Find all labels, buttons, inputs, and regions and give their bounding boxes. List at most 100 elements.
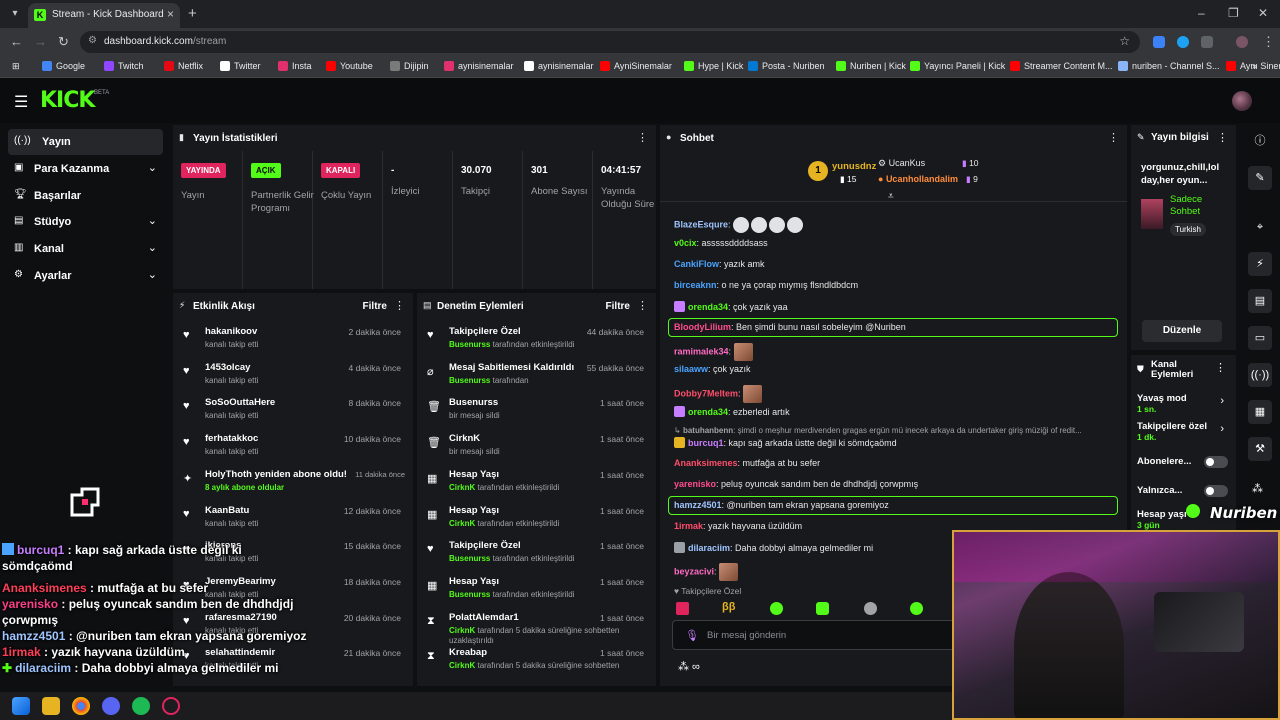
- action-slow-mode[interactable]: Yavaş mod 1 sn. ›: [1137, 393, 1232, 415]
- new-tab-icon[interactable]: +: [188, 5, 197, 22]
- forward-icon[interactable]: →: [34, 34, 47, 49]
- chat-username[interactable]: BloodyLilium: [674, 322, 731, 332]
- filter-button[interactable]: Filtre: [606, 301, 630, 312]
- bookmark-item[interactable]: nuriben - Channel S...: [1118, 61, 1220, 71]
- sidebar-item-studyo[interactable]: ▤ Stüdyo ⌄: [8, 209, 163, 235]
- more-icon[interactable]: ⋮: [1108, 131, 1119, 144]
- chat-input[interactable]: 🎙︎ Bir mesaj gönderin: [672, 620, 972, 650]
- obs-icon[interactable]: [162, 697, 180, 715]
- feed-title[interactable]: JeremyBearimy: [205, 576, 276, 587]
- mod-title[interactable]: Hesap Yaşı: [449, 505, 499, 516]
- chat-username[interactable]: BlazeEsqure: [674, 219, 728, 229]
- emote-icon[interactable]: [676, 602, 689, 615]
- chat-username[interactable]: Dobby7Meltem: [674, 388, 738, 398]
- spotify-icon[interactable]: [132, 697, 150, 715]
- mod-title[interactable]: Busenurss: [449, 397, 498, 408]
- action-followers-only[interactable]: Takipçilere özel 1 dk. ›: [1137, 421, 1232, 443]
- document-icon[interactable]: ▤: [1248, 289, 1272, 313]
- chrome-icon[interactable]: [72, 697, 90, 715]
- discord-icon[interactable]: [102, 697, 120, 715]
- emote-icon[interactable]: [770, 602, 783, 615]
- bookmark-item[interactable]: Nuriben | Kick: [836, 61, 906, 71]
- mod-title[interactable]: Kreabap: [449, 647, 487, 658]
- extension-shield-icon[interactable]: [1153, 36, 1165, 48]
- chat-username[interactable]: v0cix: [674, 238, 697, 248]
- more-bookmarks-icon[interactable]: »: [1252, 61, 1257, 71]
- bookmark-item[interactable]: Dijipin: [390, 61, 429, 71]
- bookmark-item[interactable]: Netflix: [164, 61, 203, 71]
- feed-title[interactable]: SoSoOuttaHere: [205, 397, 275, 408]
- chat-username[interactable]: Ananksimenes: [674, 458, 738, 468]
- bookmark-item[interactable]: Google: [42, 61, 85, 71]
- bookmark-item[interactable]: aynisinemalar: [524, 61, 594, 71]
- chat-username[interactable]: orenda34: [688, 302, 728, 312]
- wrench-icon[interactable]: ⚒: [1248, 437, 1272, 461]
- broadcast-icon[interactable]: ((·)): [1248, 363, 1272, 387]
- more-icon[interactable]: ⋮: [394, 299, 405, 312]
- emote-icon[interactable]: ββ: [722, 601, 735, 613]
- chat-username[interactable]: beyzacivi: [674, 566, 714, 576]
- bookmark-item[interactable]: Posta - Nuriben: [748, 61, 825, 71]
- bookmark-item[interactable]: Streamer Content M...: [1010, 61, 1113, 71]
- maximize-icon[interactable]: ❐: [1228, 6, 1239, 20]
- feed-title[interactable]: HolyThoth yeniden abone oldu!: [205, 469, 347, 480]
- site-info-icon[interactable]: ⚙: [88, 35, 97, 46]
- feed-title[interactable]: KaanBatu: [205, 505, 249, 516]
- category-name[interactable]: Sadece Sohbet: [1170, 194, 1232, 218]
- toggle-switch[interactable]: [1204, 456, 1228, 468]
- emote-icon[interactable]: [816, 602, 829, 615]
- mod-title[interactable]: Takipçilere Özel: [449, 540, 521, 551]
- lightning-icon[interactable]: ⚡︎: [1248, 252, 1272, 276]
- browser-tab[interactable]: K Stream - Kick Dashboard ×: [28, 3, 180, 28]
- chat-username[interactable]: orenda34: [688, 407, 728, 417]
- kick-logo[interactable]: KICK: [40, 88, 95, 113]
- emote-icon[interactable]: [864, 602, 877, 615]
- bookmark-item[interactable]: Twitter: [220, 61, 261, 71]
- chat-icon[interactable]: ▭: [1248, 326, 1272, 350]
- sidebar-item-para-kazanma[interactable]: ▣ Para Kazanma ⌄: [8, 156, 163, 182]
- mod-title[interactable]: PolattAlemdar1: [449, 612, 519, 623]
- chat-username[interactable]: yarenisko: [674, 479, 716, 489]
- file-explorer-icon[interactable]: [42, 697, 60, 715]
- chat-username[interactable]: silaaww: [674, 364, 708, 374]
- sidebar-item-ayarlar[interactable]: ⚙ Ayarlar ⌄: [8, 263, 163, 289]
- windows-start-icon[interactable]: [12, 697, 30, 715]
- chat-settings-icon[interactable]: ⁂ ∞: [678, 660, 700, 673]
- gifter-2[interactable]: ⚙ UcanKus: [878, 158, 925, 169]
- extension-globe-icon[interactable]: [1177, 36, 1189, 48]
- apps-grid-icon[interactable]: ⊞: [12, 61, 20, 72]
- chat-username[interactable]: birceaknn: [674, 280, 717, 290]
- edit-button[interactable]: Düzenle: [1142, 320, 1222, 342]
- sidebar-item-basarilar[interactable]: 🏆︎ Başarılar: [8, 183, 163, 209]
- chat-username[interactable]: batuhanbenn: [683, 426, 733, 435]
- bookmark-item[interactable]: Yayıncı Paneli | Kick: [910, 61, 1005, 71]
- window-close-icon[interactable]: ✕: [1258, 6, 1268, 20]
- toggle-switch[interactable]: [1204, 485, 1228, 497]
- settings-icon[interactable]: ⁂: [1252, 482, 1263, 495]
- extensions-puzzle-icon[interactable]: [1201, 36, 1213, 48]
- bookmark-item[interactable]: aynisinemalar: [444, 61, 514, 71]
- emote-icon[interactable]: [910, 602, 923, 615]
- more-icon[interactable]: ⋮: [1217, 131, 1228, 144]
- chat-username[interactable]: CankiFlow: [674, 259, 719, 269]
- feed-title[interactable]: selahattindemir: [205, 647, 275, 658]
- avatar[interactable]: [1232, 91, 1252, 111]
- browser-profile-icon[interactable]: [1236, 36, 1248, 48]
- category-thumbnail[interactable]: [1141, 199, 1163, 229]
- bookmark-item[interactable]: Twitch: [104, 61, 144, 71]
- action-subscribers-only[interactable]: Abonelere...: [1137, 455, 1232, 471]
- reload-icon[interactable]: ↻: [58, 34, 69, 50]
- layout-icon[interactable]: ▦: [1248, 400, 1272, 424]
- more-icon[interactable]: ⋮: [637, 299, 648, 312]
- mod-title[interactable]: Hesap Yaşı: [449, 469, 499, 480]
- tab-close-icon[interactable]: ×: [167, 7, 174, 21]
- mod-title[interactable]: Takipçilere Özel: [449, 326, 521, 337]
- address-bar[interactable]: ⚙ dashboard.kick.com/stream ☆: [80, 31, 1140, 53]
- more-icon[interactable]: ⋮: [637, 131, 648, 144]
- chat-username[interactable]: ramimalek34: [674, 346, 729, 356]
- mod-title[interactable]: Mesaj Sabitlemesi Kaldırıldı: [449, 362, 574, 373]
- mic-icon[interactable]: 🎙︎: [685, 629, 699, 642]
- more-icon[interactable]: ⋮: [1215, 361, 1226, 374]
- back-icon[interactable]: ←: [10, 34, 23, 49]
- info-icon[interactable]: ⓘ: [1248, 129, 1272, 153]
